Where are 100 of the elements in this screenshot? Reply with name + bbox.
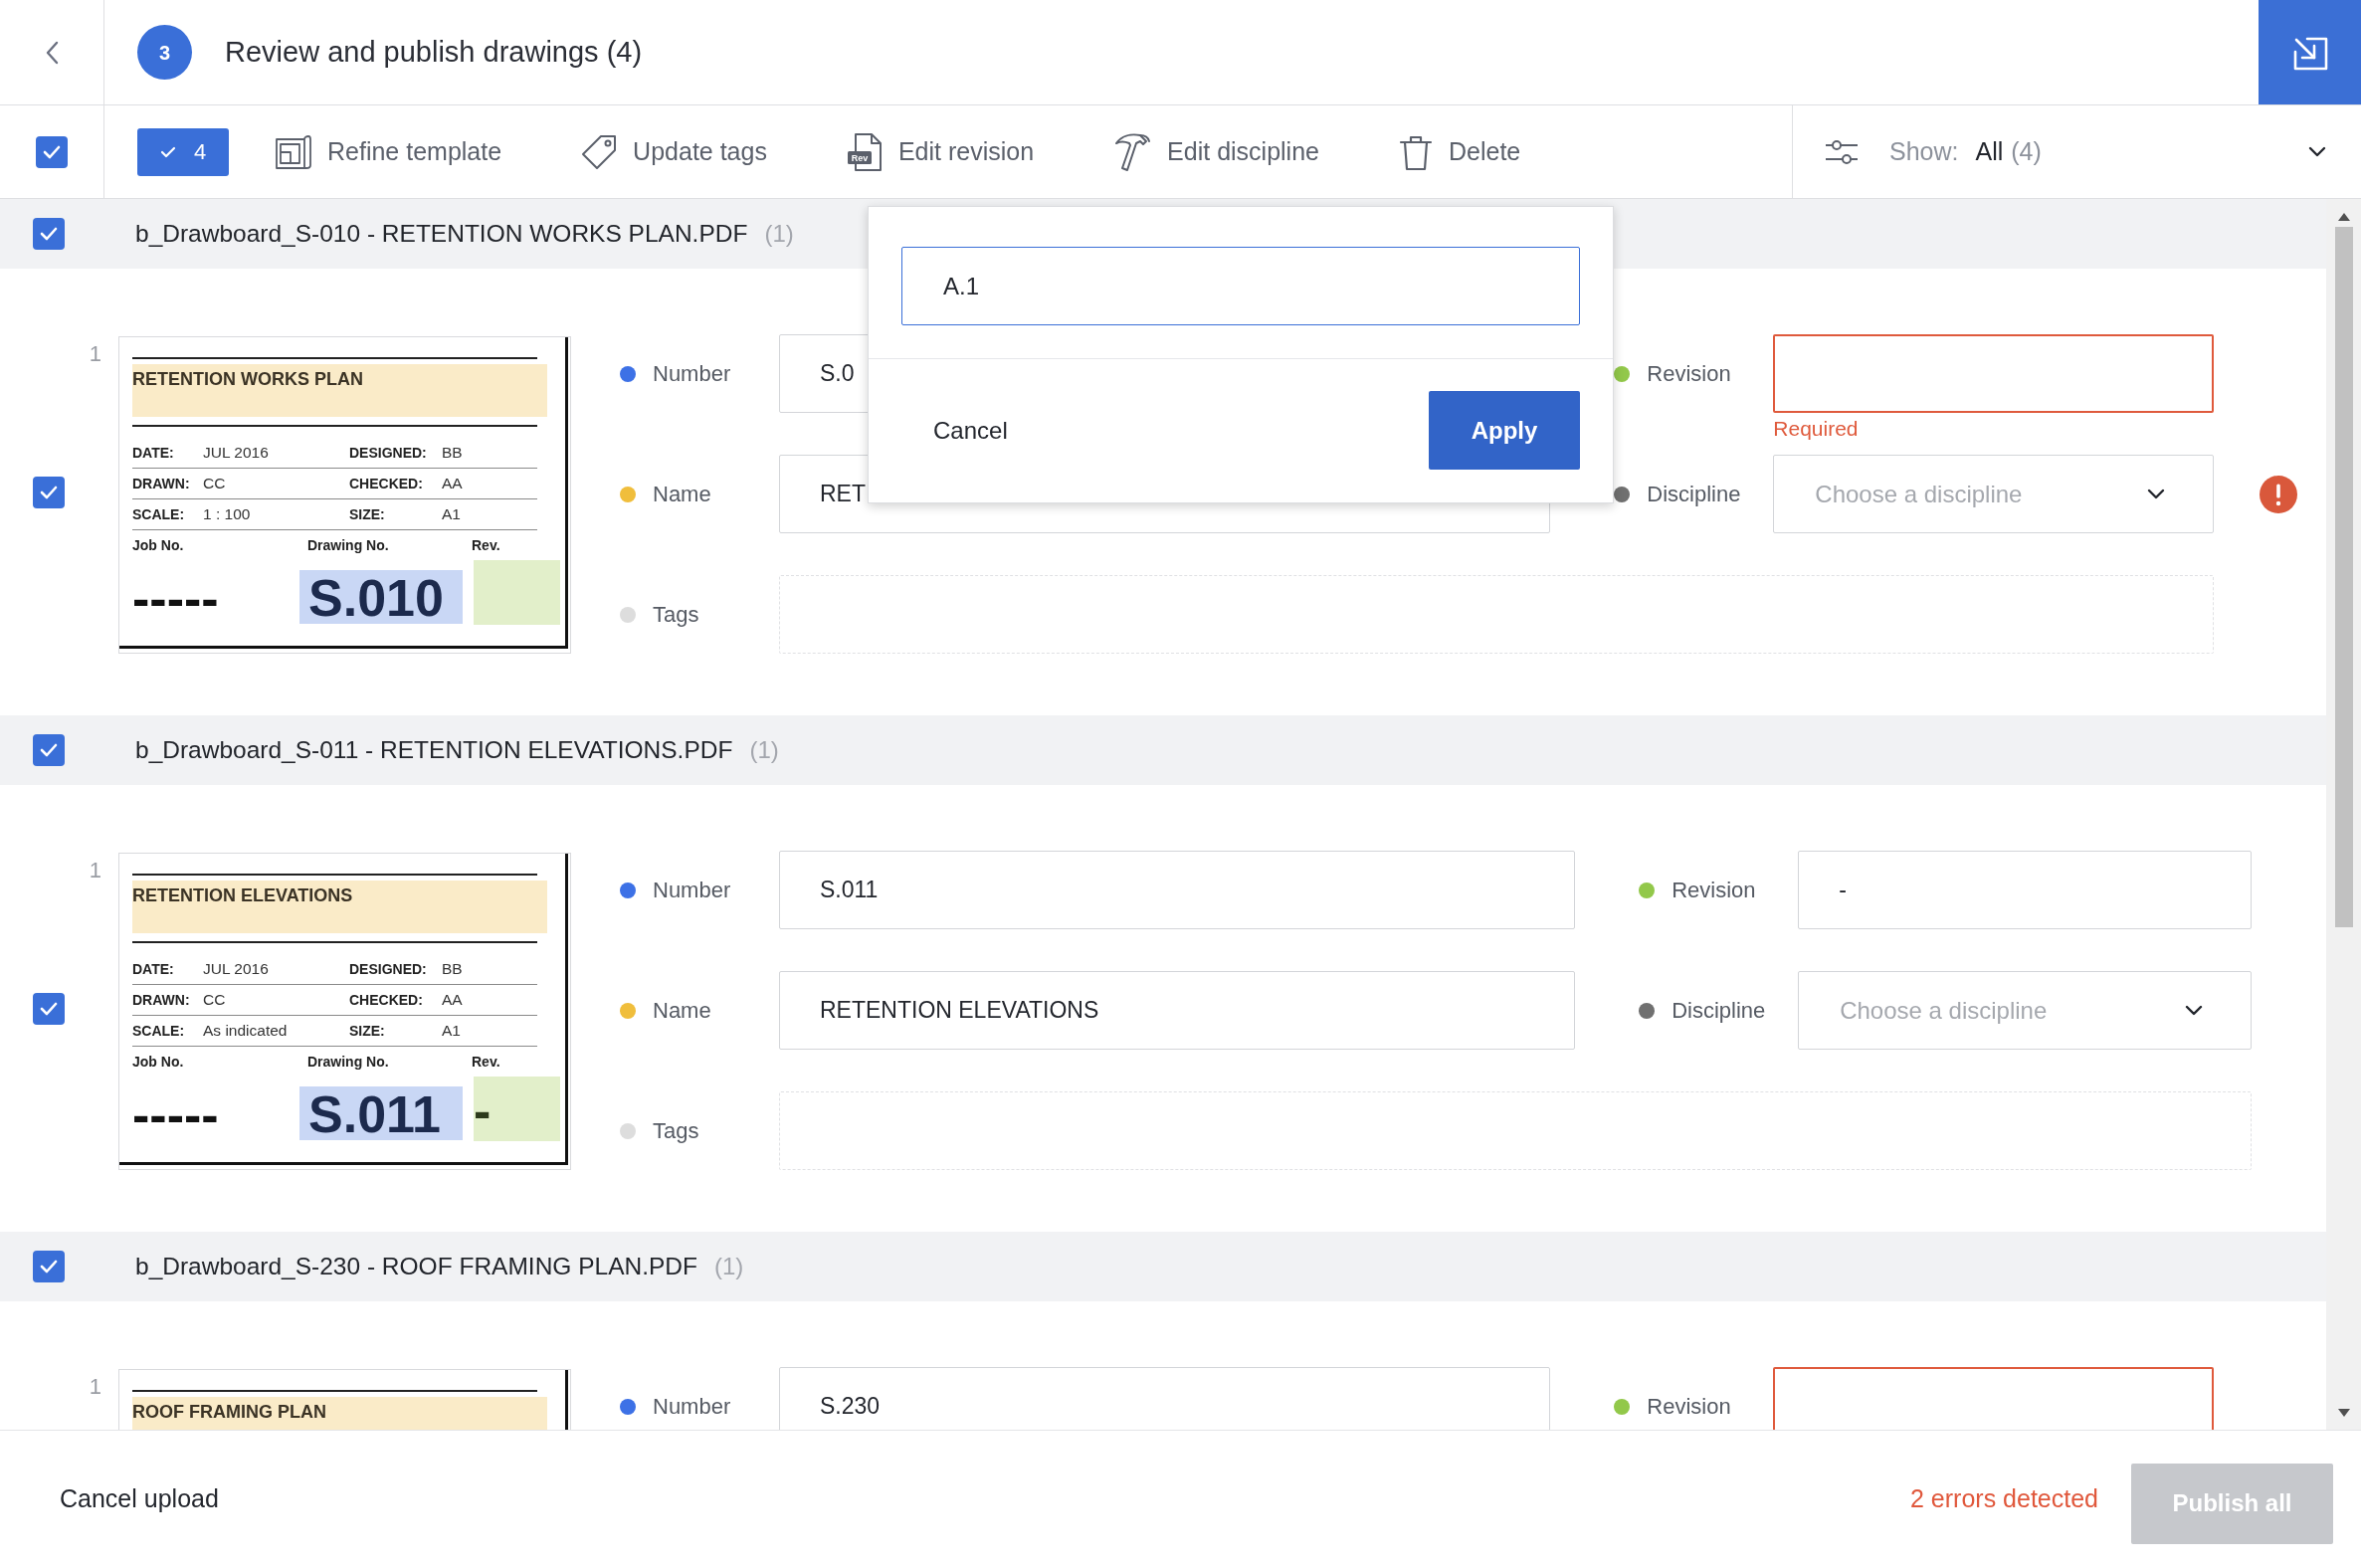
field-label: Revision bbox=[1672, 877, 1756, 904]
scroll-down-arrow-icon[interactable] bbox=[2337, 1409, 2350, 1417]
title-block-value: A1 bbox=[442, 1016, 537, 1047]
checkbox[interactable] bbox=[33, 476, 65, 508]
revision-area: - bbox=[474, 1077, 560, 1141]
title-block-label: DESIGNED: bbox=[349, 954, 442, 985]
edit-discipline-button[interactable]: Edit discipline bbox=[1113, 131, 1319, 172]
chevron-down-icon bbox=[2147, 489, 2165, 499]
page-title: Review and publish drawings (4) bbox=[225, 34, 643, 70]
check-icon bbox=[43, 144, 61, 159]
edit-revision-button[interactable]: Rev Edit revision bbox=[846, 132, 1035, 171]
tags-field[interactable] bbox=[779, 575, 2214, 654]
text-field[interactable]: S.011 bbox=[779, 851, 1576, 929]
check-icon bbox=[40, 485, 58, 499]
title-block-label: CHECKED: bbox=[349, 985, 442, 1016]
job-number-label: Job No. bbox=[132, 1052, 185, 1072]
blueprint-icon bbox=[276, 134, 311, 169]
scrollbar-thumb[interactable] bbox=[2334, 227, 2353, 927]
title-block-value: AA bbox=[442, 469, 537, 499]
page-count: (1) bbox=[749, 735, 779, 765]
drawing-title: RETENTION WORKS PLAN bbox=[132, 364, 547, 417]
title-block-label: DRAWN: bbox=[132, 469, 203, 499]
title-block-label: DATE: bbox=[132, 438, 203, 469]
check-icon bbox=[159, 145, 176, 158]
title-block-label: SIZE: bbox=[349, 1016, 442, 1047]
job-number-value: ----- bbox=[132, 575, 220, 620]
title-block-value: A1 bbox=[442, 499, 537, 530]
page-number: 1 bbox=[88, 858, 102, 883]
field-label: Name bbox=[653, 481, 711, 508]
title-block-value: BB bbox=[442, 954, 537, 985]
title-block-value: 1 : 100 bbox=[203, 499, 349, 530]
title-block-value: JUL 2016 bbox=[203, 438, 349, 469]
text-field[interactable]: - bbox=[1798, 851, 2252, 929]
text-field[interactable]: A.1 bbox=[901, 247, 1580, 325]
update-tags-button[interactable]: Update tags bbox=[581, 132, 767, 171]
file-name: b_Drawboard_S-010 - RETENTION WORKS PLAN.PDF bbox=[135, 218, 748, 249]
title-block-value: JUL 2016 bbox=[203, 954, 349, 985]
field-label: Tags bbox=[653, 601, 699, 629]
step-number: 3 bbox=[137, 25, 192, 80]
job-number-value: ----- bbox=[132, 1091, 220, 1136]
drawing-number-label: Drawing No. bbox=[306, 1052, 390, 1072]
field-label: Number bbox=[653, 360, 731, 388]
file-name: b_Drawboard_S-011 - RETENTION ELEVATIONS.PDF bbox=[135, 734, 733, 765]
tag-icon bbox=[581, 133, 618, 170]
title-block-label: CHECKED: bbox=[349, 469, 442, 499]
text-field[interactable] bbox=[1773, 1367, 2214, 1430]
delete-button[interactable]: Delete bbox=[1398, 132, 1521, 171]
checkbox[interactable] bbox=[33, 734, 65, 766]
check-icon bbox=[40, 1001, 58, 1016]
chevron-left-icon bbox=[45, 40, 59, 65]
checkbox[interactable] bbox=[33, 992, 65, 1025]
page-count: (1) bbox=[714, 1252, 744, 1281]
refine-template-button[interactable]: Refine template bbox=[276, 132, 502, 171]
field-label: Discipline bbox=[1672, 997, 1766, 1025]
checkbox[interactable] bbox=[36, 135, 68, 168]
chevron-down-icon bbox=[2308, 146, 2326, 157]
title-block-label: DRAWN: bbox=[132, 985, 203, 1016]
cancel-button[interactable]: Cancel bbox=[901, 391, 1040, 470]
field-label: Name bbox=[653, 997, 711, 1025]
revision-label: Rev. bbox=[472, 1052, 501, 1072]
title-block-label: SCALE: bbox=[132, 1016, 203, 1047]
text-field[interactable] bbox=[1773, 334, 2214, 413]
error-message: Required bbox=[1773, 417, 1859, 441]
text-field[interactable]: S.230 bbox=[779, 1367, 1551, 1430]
error-summary: 2 errors detected bbox=[1910, 1483, 2098, 1515]
page-count: (1) bbox=[764, 219, 794, 249]
field-label: Number bbox=[653, 1393, 731, 1421]
page-number: 1 bbox=[88, 1374, 102, 1400]
field-label: Discipline bbox=[1647, 481, 1741, 508]
title-block-value: CC bbox=[203, 469, 349, 499]
field-label: Number bbox=[653, 877, 731, 904]
page-number: 1 bbox=[88, 341, 102, 367]
drawing-title: ROOF FRAMING PLAN bbox=[132, 1397, 547, 1430]
title-block-label: SCALE: bbox=[132, 499, 203, 530]
check-icon bbox=[40, 1260, 58, 1274]
filter-dropdown[interactable]: Show: All (4) bbox=[1792, 105, 2361, 198]
selected-count-button[interactable]: 4 bbox=[137, 127, 229, 176]
text-field[interactable]: RETENTION ELEVATIONS bbox=[779, 971, 1576, 1050]
field-label: Revision bbox=[1647, 1393, 1731, 1421]
revision-label: Rev. bbox=[472, 535, 501, 555]
hammer-icon bbox=[1113, 131, 1152, 172]
drawing-number-label: Drawing No. bbox=[306, 535, 390, 555]
apply-button[interactable]: Apply bbox=[1429, 391, 1580, 470]
cancel-upload-button[interactable]: Cancel upload bbox=[60, 1480, 219, 1518]
checkbox[interactable] bbox=[33, 218, 65, 250]
tags-field[interactable] bbox=[779, 1091, 2252, 1170]
check-icon bbox=[40, 743, 58, 757]
title-block-value: CC bbox=[203, 985, 349, 1016]
checkbox[interactable] bbox=[33, 1251, 65, 1282]
drawing-title: RETENTION ELEVATIONS bbox=[132, 881, 547, 933]
minimize-button[interactable] bbox=[2259, 0, 2361, 104]
title-block-value: AA bbox=[442, 985, 537, 1016]
title-block-value: BB bbox=[442, 438, 537, 469]
check-icon bbox=[40, 227, 58, 241]
title-block-label: SIZE: bbox=[349, 499, 442, 530]
chevron-down-icon bbox=[2185, 1005, 2203, 1016]
title-block-label: DATE: bbox=[132, 954, 203, 985]
field-label: Tags bbox=[653, 1117, 699, 1145]
drawing-number: S.011 bbox=[299, 1086, 463, 1140]
scroll-up-arrow-icon[interactable] bbox=[2337, 213, 2350, 221]
